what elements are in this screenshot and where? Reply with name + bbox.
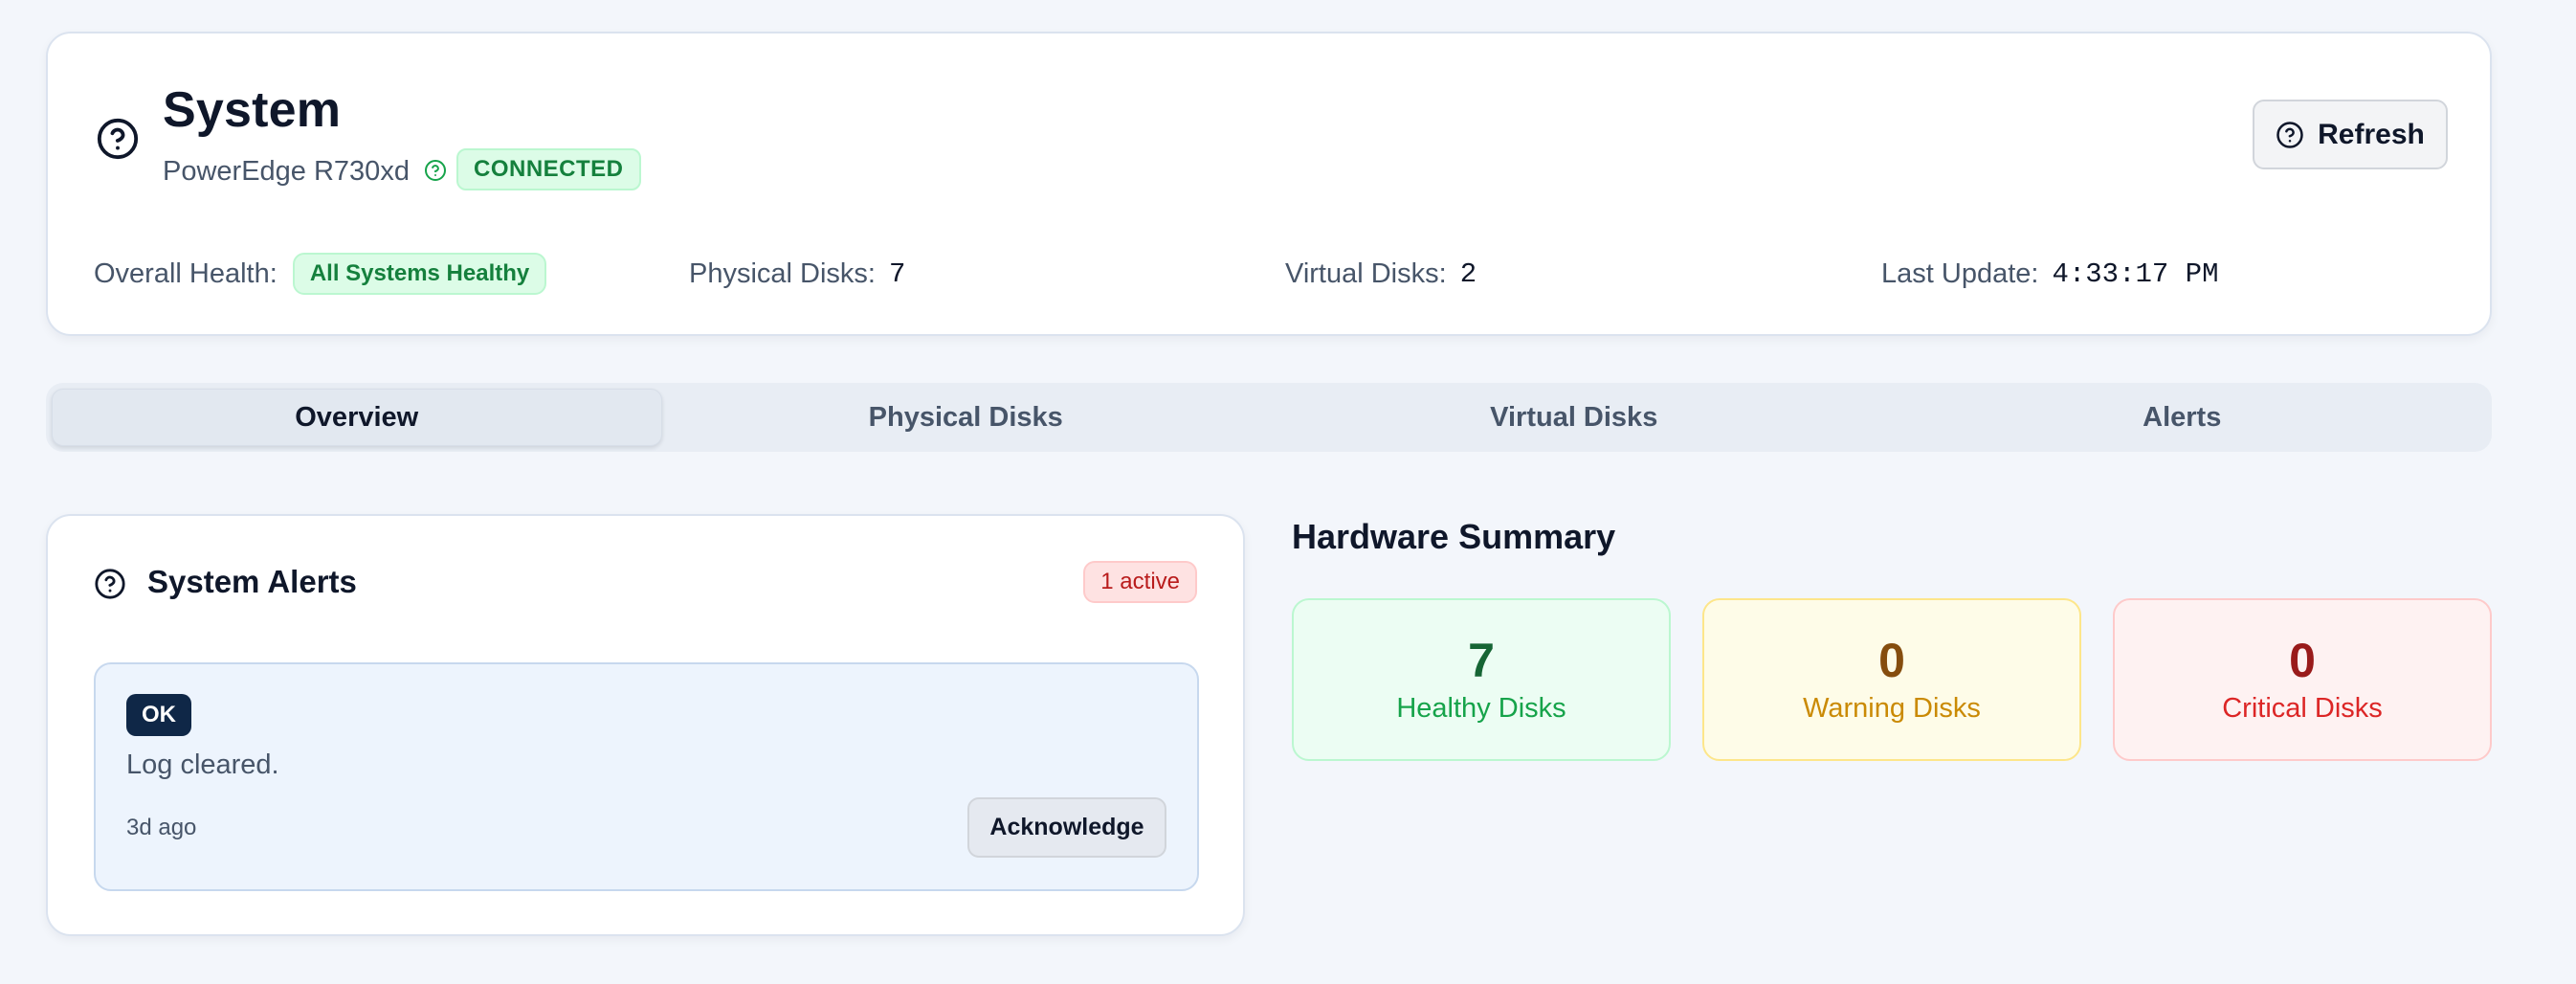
critical-disks-tile: 0 Critical Disks [2113, 598, 2492, 761]
physical-disks-value: 7 [889, 257, 906, 290]
warning-disks-count: 0 [1878, 634, 1905, 687]
refresh-button-label: Refresh [2318, 118, 2425, 150]
refresh-button[interactable]: Refresh [2253, 100, 2448, 169]
acknowledge-button[interactable]: Acknowledge [967, 797, 1166, 858]
connection-status-badge: CONNECTED [456, 148, 641, 190]
virtual-disks-value: 2 [1459, 257, 1477, 290]
alert-severity-badge: OK [126, 694, 191, 736]
status-help-icon [425, 160, 446, 181]
tab-virtual-disks[interactable]: Virtual Disks [1270, 389, 1878, 446]
server-model: PowerEdge R730xd [163, 156, 410, 187]
overall-health-label: Overall Health: [94, 257, 278, 289]
active-alerts-badge: 1 active [1083, 561, 1197, 603]
virtual-disks-label: Virtual Disks: [1285, 257, 1447, 289]
last-update-label: Last Update: [1881, 257, 2039, 289]
tab-overview[interactable]: Overview [52, 389, 662, 446]
system-alerts-title: System Alerts [147, 564, 357, 599]
refresh-help-icon [2276, 121, 2303, 148]
alert-item: OK Log cleared. 3d ago Acknowledge [94, 662, 1199, 891]
critical-disks-label: Critical Disks [2222, 693, 2383, 724]
physical-disks-label: Physical Disks: [689, 257, 876, 289]
help-circle-icon [97, 118, 139, 160]
critical-disks-count: 0 [2289, 634, 2316, 687]
page-title: System [163, 82, 342, 138]
warning-disks-label: Warning Disks [1803, 693, 1981, 724]
last-update-value: 4:33:17 PM [2052, 257, 2219, 290]
tab-physical-disks[interactable]: Physical Disks [662, 389, 1271, 446]
physical-disks-stat: Physical Disks: 7 [689, 250, 905, 298]
hardware-summary-title: Hardware Summary [1292, 517, 1616, 556]
dashboard-page: System PowerEdge R730xd CONNECTED Refres… [0, 0, 2576, 984]
alerts-help-icon [95, 569, 125, 599]
tab-bar: Overview Physical Disks Virtual Disks Al… [46, 383, 2492, 452]
virtual-disks-stat: Virtual Disks: 2 [1285, 250, 1477, 298]
overall-health-badge: All Systems Healthy [292, 253, 547, 295]
overall-health-stat: Overall Health: All Systems Healthy [94, 250, 547, 298]
healthy-disks-tile: 7 Healthy Disks [1292, 598, 1671, 761]
tab-alerts[interactable]: Alerts [1878, 389, 2487, 446]
last-update-stat: Last Update: 4:33:17 PM [1881, 250, 2218, 298]
healthy-disks-count: 7 [1468, 634, 1495, 687]
system-header-card: System PowerEdge R730xd CONNECTED Refres… [46, 32, 2492, 336]
healthy-disks-label: Healthy Disks [1396, 693, 1566, 724]
system-alerts-card: System Alerts 1 active OK Log cleared. 3… [46, 514, 1245, 936]
warning-disks-tile: 0 Warning Disks [1702, 598, 2081, 761]
alert-timestamp: 3d ago [126, 815, 197, 840]
alert-message: Log cleared. [126, 749, 279, 780]
